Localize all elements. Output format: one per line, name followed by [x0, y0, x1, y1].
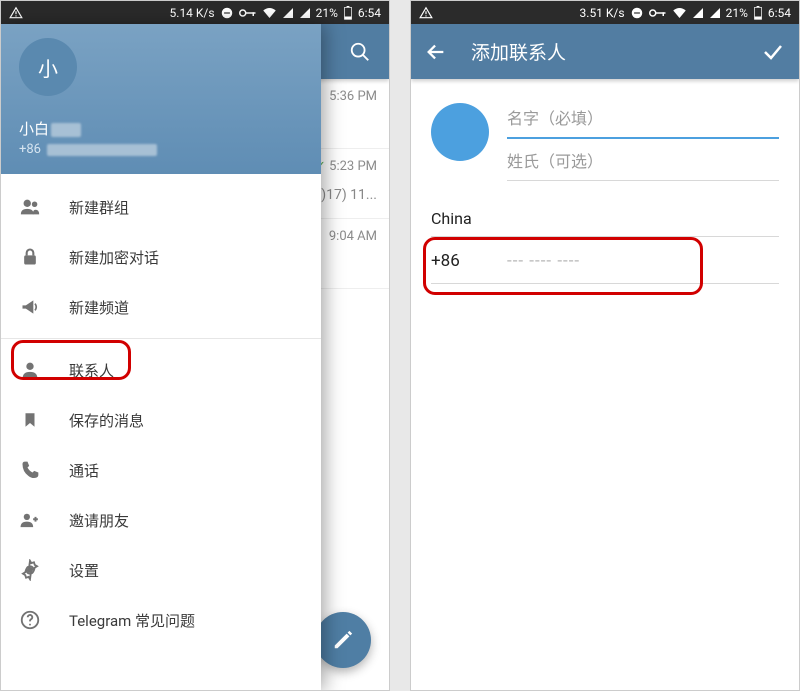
app-bar: 添加联系人	[411, 24, 799, 79]
signal-icon	[692, 7, 704, 19]
warning-icon	[9, 6, 23, 20]
form-top: 名字（必填） 姓氏（可选）	[431, 97, 779, 181]
chat-time: 5:36 PM	[329, 89, 377, 104]
signal-icon-2	[709, 7, 721, 19]
phone-row[interactable]: +86 --- ---- ----	[431, 237, 779, 284]
wifi-icon	[672, 7, 687, 19]
bookmark-icon	[19, 409, 41, 431]
help-icon	[19, 609, 41, 631]
drawer-item-faq[interactable]: Telegram 常见问题	[1, 595, 321, 645]
phone-placeholder: --- ---- ----	[507, 251, 580, 271]
warning-icon	[419, 6, 433, 20]
net-speed: 5.14 K/s	[170, 6, 215, 20]
clock-text: 6:54	[768, 6, 791, 20]
drawer-item-secret-chat[interactable]: 新建加密对话	[1, 232, 321, 282]
vpn-key-icon	[239, 7, 257, 19]
invite-icon	[19, 509, 41, 531]
left-body: 5:36 PM ✓ 5:23 PM )17) 11... 9:04 AM	[1, 24, 389, 690]
name-fields: 名字（必填） 姓氏（可选）	[507, 97, 779, 181]
first-name-placeholder: 名字（必填）	[507, 105, 603, 129]
drawer-item-label: 通话	[69, 460, 99, 481]
user-phone: +86	[19, 142, 303, 157]
search-icon[interactable]	[349, 41, 371, 63]
contact-icon	[19, 359, 41, 381]
drawer-list: 新建群组 新建加密对话 新建频道 联系人 保存的消息	[1, 174, 321, 690]
navigation-drawer: 小 小白 +86 新建群组 新建加密对话	[1, 24, 321, 690]
drawer-item-contacts[interactable]: 联系人	[1, 345, 321, 395]
pencil-icon	[332, 629, 354, 651]
battery-text: 21%	[726, 6, 748, 20]
drawer-item-saved[interactable]: 保存的消息	[1, 395, 321, 445]
chat-time: 5:23 PM	[329, 159, 377, 174]
last-name-field[interactable]: 姓氏（可选）	[507, 139, 779, 181]
compose-fab[interactable]	[315, 612, 371, 668]
signal-icon	[282, 7, 294, 19]
country-label: China	[431, 209, 472, 228]
back-icon[interactable]	[425, 41, 447, 63]
signal-icon-2	[299, 7, 311, 19]
phone-icon	[19, 459, 41, 481]
drawer-item-calls[interactable]: 通话	[1, 445, 321, 495]
net-speed: 3.51 K/s	[580, 6, 625, 20]
avatar-placeholder[interactable]	[431, 103, 489, 161]
battery-icon	[343, 6, 353, 20]
battery-icon	[753, 6, 763, 20]
right-body: 添加联系人 名字（必填） 姓氏（可选） China	[411, 24, 799, 690]
dnd-icon	[630, 6, 644, 20]
page-title: 添加联系人	[471, 38, 737, 65]
avatar[interactable]: 小	[19, 38, 77, 96]
group-icon	[19, 196, 41, 218]
phone-left: 5.14 K/s 21% 6:54 5:36 PM ✓ 5:23 PM	[0, 0, 390, 691]
drawer-item-new-channel[interactable]: 新建频道	[1, 282, 321, 332]
drawer-header: 小 小白 +86	[1, 24, 321, 174]
country-code: +86	[431, 251, 479, 271]
drawer-item-invite[interactable]: 邀请朋友	[1, 495, 321, 545]
chat-time-wrap: ✓ 5:23 PM	[315, 159, 377, 174]
confirm-icon[interactable]	[761, 40, 785, 64]
country-row[interactable]: China	[431, 209, 779, 237]
chat-sub: )17) 11...	[321, 187, 377, 203]
drawer-item-label: 新建群组	[69, 197, 129, 218]
megaphone-icon	[19, 296, 41, 318]
drawer-item-settings[interactable]: 设置	[1, 545, 321, 595]
phone-right: 3.51 K/s 21% 6:54 添加联系人 名字（必填）	[410, 0, 800, 691]
status-bar: 5.14 K/s 21% 6:54	[1, 1, 389, 24]
user-name: 小白	[19, 118, 303, 139]
clock-text: 6:54	[358, 6, 381, 20]
divider	[1, 338, 321, 339]
dnd-icon	[220, 6, 234, 20]
drawer-item-label: 联系人	[69, 360, 114, 381]
drawer-item-label: 设置	[69, 560, 99, 581]
chat-time: 9:04 AM	[329, 229, 377, 244]
drawer-item-label: Telegram 常见问题	[69, 610, 195, 631]
drawer-item-label: 新建加密对话	[69, 247, 159, 268]
first-name-field[interactable]: 名字（必填）	[507, 97, 779, 139]
lock-icon	[19, 246, 41, 268]
last-name-placeholder: 姓氏（可选）	[507, 148, 603, 172]
drawer-item-new-group[interactable]: 新建群组	[1, 182, 321, 232]
status-bar: 3.51 K/s 21% 6:54	[411, 1, 799, 24]
avatar-letter: 小	[38, 53, 58, 82]
contact-form: 名字（必填） 姓氏（可选） China +86 --- ---- ----	[411, 79, 799, 284]
settings-icon	[19, 559, 41, 581]
vpn-key-icon	[649, 7, 667, 19]
drawer-item-label: 邀请朋友	[69, 510, 129, 531]
redacted	[47, 144, 157, 156]
drawer-item-label: 新建频道	[69, 297, 129, 318]
drawer-item-label: 保存的消息	[69, 410, 144, 431]
wifi-icon	[262, 7, 277, 19]
redacted	[51, 123, 81, 137]
battery-text: 21%	[316, 6, 338, 20]
